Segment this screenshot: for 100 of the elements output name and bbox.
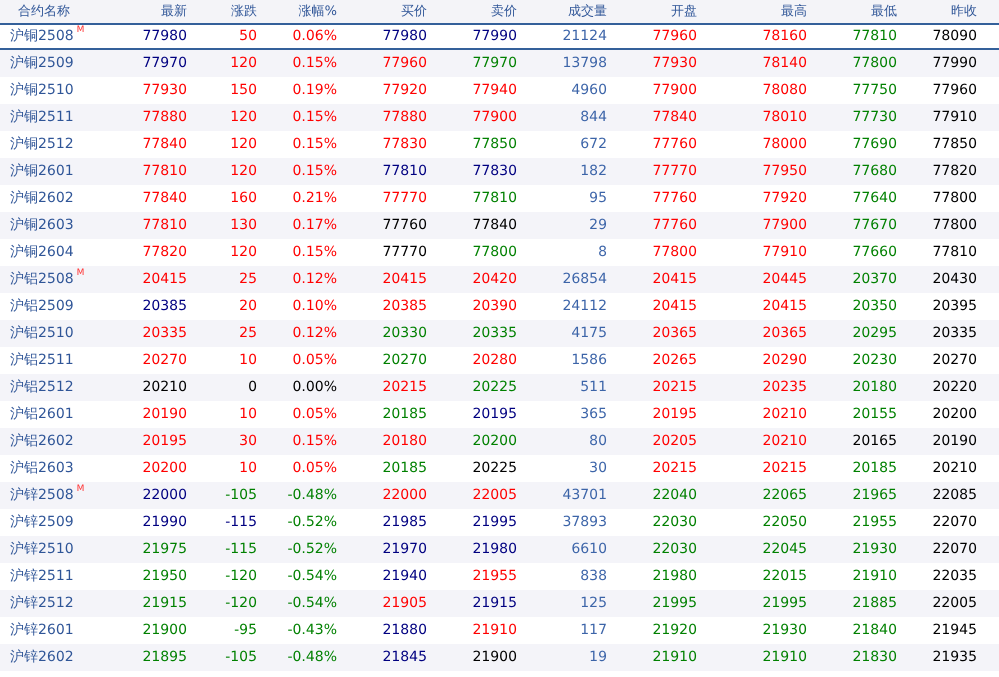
- column-header[interactable]: 最高: [781, 4, 807, 19]
- table-cell: 0.15%: [292, 163, 337, 179]
- table-cell: 0: [248, 379, 257, 395]
- table-cell: 21950: [142, 568, 187, 584]
- table-cell: 120: [230, 55, 257, 71]
- column-header[interactable]: 最新: [161, 4, 187, 19]
- table-cell: -105: [225, 649, 257, 665]
- table-cell: 22030: [652, 541, 697, 557]
- table-cell: 77810: [382, 163, 427, 179]
- column-header[interactable]: 卖价: [491, 4, 517, 19]
- table-row[interactable]: 沪锌2510 21975 -115 -0.52% 21970 21980 6610 22030 22045 21930 22070: [0, 536, 999, 563]
- table-cell: 20330: [382, 325, 427, 341]
- table-row[interactable]: 沪锌2602 21895 -105 -0.48% 21845 21900 19 21910 21910 21830 21935: [0, 644, 999, 671]
- contract-name: 沪锌2601: [10, 621, 74, 640]
- table-cell: 77820: [932, 163, 977, 179]
- table-cell: 77810: [472, 190, 517, 206]
- table-row[interactable]: 沪铜2509 77970 120 0.15% 77960 77970 13798 77930 78140 77800 77990: [0, 50, 999, 77]
- table-cell: 20420: [472, 271, 517, 287]
- table-cell: -115: [225, 514, 257, 530]
- table-cell: 21910: [762, 649, 807, 665]
- table-cell: 77730: [852, 109, 897, 125]
- table-cell: 77910: [932, 109, 977, 125]
- table-cell: 77810: [142, 163, 187, 179]
- column-header[interactable]: 昨收: [951, 4, 977, 19]
- table-cell: -95: [234, 622, 257, 638]
- table-cell: 77900: [762, 217, 807, 233]
- table-cell: 77770: [382, 190, 427, 206]
- table-cell: 4960: [571, 82, 607, 98]
- column-header[interactable]: 成交量: [568, 4, 607, 19]
- table-cell: 21995: [652, 595, 697, 611]
- table-cell: 77810: [852, 28, 897, 44]
- table-cell: 182: [580, 163, 607, 179]
- table-cell: 77980: [382, 28, 427, 44]
- table-cell: 20180: [852, 379, 897, 395]
- contract-name: 沪铝2508: [10, 270, 74, 289]
- column-header[interactable]: 涨跌: [231, 4, 257, 19]
- table-cell: 21910: [652, 649, 697, 665]
- table-cell: 20200: [472, 433, 517, 449]
- table-cell: 20215: [762, 460, 807, 476]
- main-contract-mark: M: [76, 485, 84, 494]
- column-header[interactable]: 合约名称: [18, 4, 70, 19]
- table-cell: 37893: [562, 514, 607, 530]
- table-cell: 77930: [142, 82, 187, 98]
- table-row[interactable]: 沪锌2508 M 22000 -105 -0.48% 22000 22005 43701 22040 22065 21965 22085: [0, 482, 999, 509]
- table-cell: 77800: [932, 217, 977, 233]
- table-cell: 20220: [932, 379, 977, 395]
- table-cell: 20265: [652, 352, 697, 368]
- table-cell: 120: [230, 109, 257, 125]
- table-cell: 20390: [472, 298, 517, 314]
- table-cell: 21915: [142, 595, 187, 611]
- table-cell: 20335: [932, 325, 977, 341]
- table-row[interactable]: 沪铝2510 20335 25 0.12% 20330 20335 4175 20365 20365 20295 20335: [0, 320, 999, 347]
- table-cell: -0.48%: [287, 649, 337, 665]
- table-cell: 22005: [472, 487, 517, 503]
- table-cell: 77800: [932, 190, 977, 206]
- table-cell: 77850: [472, 136, 517, 152]
- table-cell: 20215: [652, 379, 697, 395]
- table-cell: 20415: [762, 298, 807, 314]
- table-cell: 20365: [652, 325, 697, 341]
- table-row[interactable]: 沪铝2512 20210 0 0.00% 20215 20225 511 20215 20235 20180 20220: [0, 374, 999, 401]
- contract-name: 沪铜2511: [10, 108, 74, 127]
- table-cell: 20185: [382, 460, 427, 476]
- table-cell: 20: [239, 298, 257, 314]
- table-cell: 4175: [571, 325, 607, 341]
- table-row[interactable]: 沪铜2601 77810 120 0.15% 77810 77830 182 77770 77950 77680 77820: [0, 158, 999, 185]
- contract-name: 沪铝2603: [10, 459, 74, 478]
- column-header[interactable]: 最低: [871, 4, 897, 19]
- column-header[interactable]: 涨幅%: [298, 4, 337, 19]
- table-cell: 77640: [852, 190, 897, 206]
- table-cell: 78160: [762, 28, 807, 44]
- table-row[interactable]: 沪铝2508 M 20415 25 0.12% 20415 20420 26854 20415 20445 20370 20430: [0, 266, 999, 293]
- table-cell: -120: [225, 595, 257, 611]
- table-cell: 20185: [852, 460, 897, 476]
- table-cell: 77990: [472, 28, 517, 44]
- table-cell: 511: [580, 379, 607, 395]
- table-cell: 20215: [652, 460, 697, 476]
- table-cell: 77760: [652, 217, 697, 233]
- table-cell: 160: [230, 190, 257, 206]
- table-cell: 21840: [852, 622, 897, 638]
- table-cell: 77960: [932, 82, 977, 98]
- table-cell: 77810: [932, 244, 977, 260]
- table-row[interactable]: 沪铝2602 20195 30 0.15% 20180 20200 80 20205 20210 20165 20190: [0, 428, 999, 455]
- table-cell: 20225: [472, 460, 517, 476]
- column-header[interactable]: 买价: [401, 4, 427, 19]
- table-cell: 21980: [472, 541, 517, 557]
- table-row[interactable]: 沪铜2603 77810 130 0.17% 77760 77840 29 77760 77900 77670 77800: [0, 212, 999, 239]
- table-cell: 21980: [652, 568, 697, 584]
- contract-name: 沪锌2509: [10, 513, 74, 532]
- table-row[interactable]: 沪铜2508 M 77980 50 0.06% 77980 77990 21124 77960 78160 77810 78090: [0, 23, 999, 50]
- table-cell: 77750: [852, 82, 897, 98]
- table-cell: 20335: [472, 325, 517, 341]
- column-header[interactable]: 开盘: [671, 4, 697, 19]
- table-cell: 22035: [932, 568, 977, 584]
- table-row[interactable]: 沪锌2512 21915 -120 -0.54% 21905 21915 125 21995 21995 21885 22005: [0, 590, 999, 617]
- table-cell: 22000: [142, 487, 187, 503]
- table-cell: 77840: [652, 109, 697, 125]
- table-row[interactable]: 沪铜2511 77880 120 0.15% 77880 77900 844 77840 78010 77730 77910: [0, 104, 999, 131]
- table-cell: 20190: [142, 406, 187, 422]
- table-cell: 77970: [142, 55, 187, 71]
- table-cell: 120: [230, 163, 257, 179]
